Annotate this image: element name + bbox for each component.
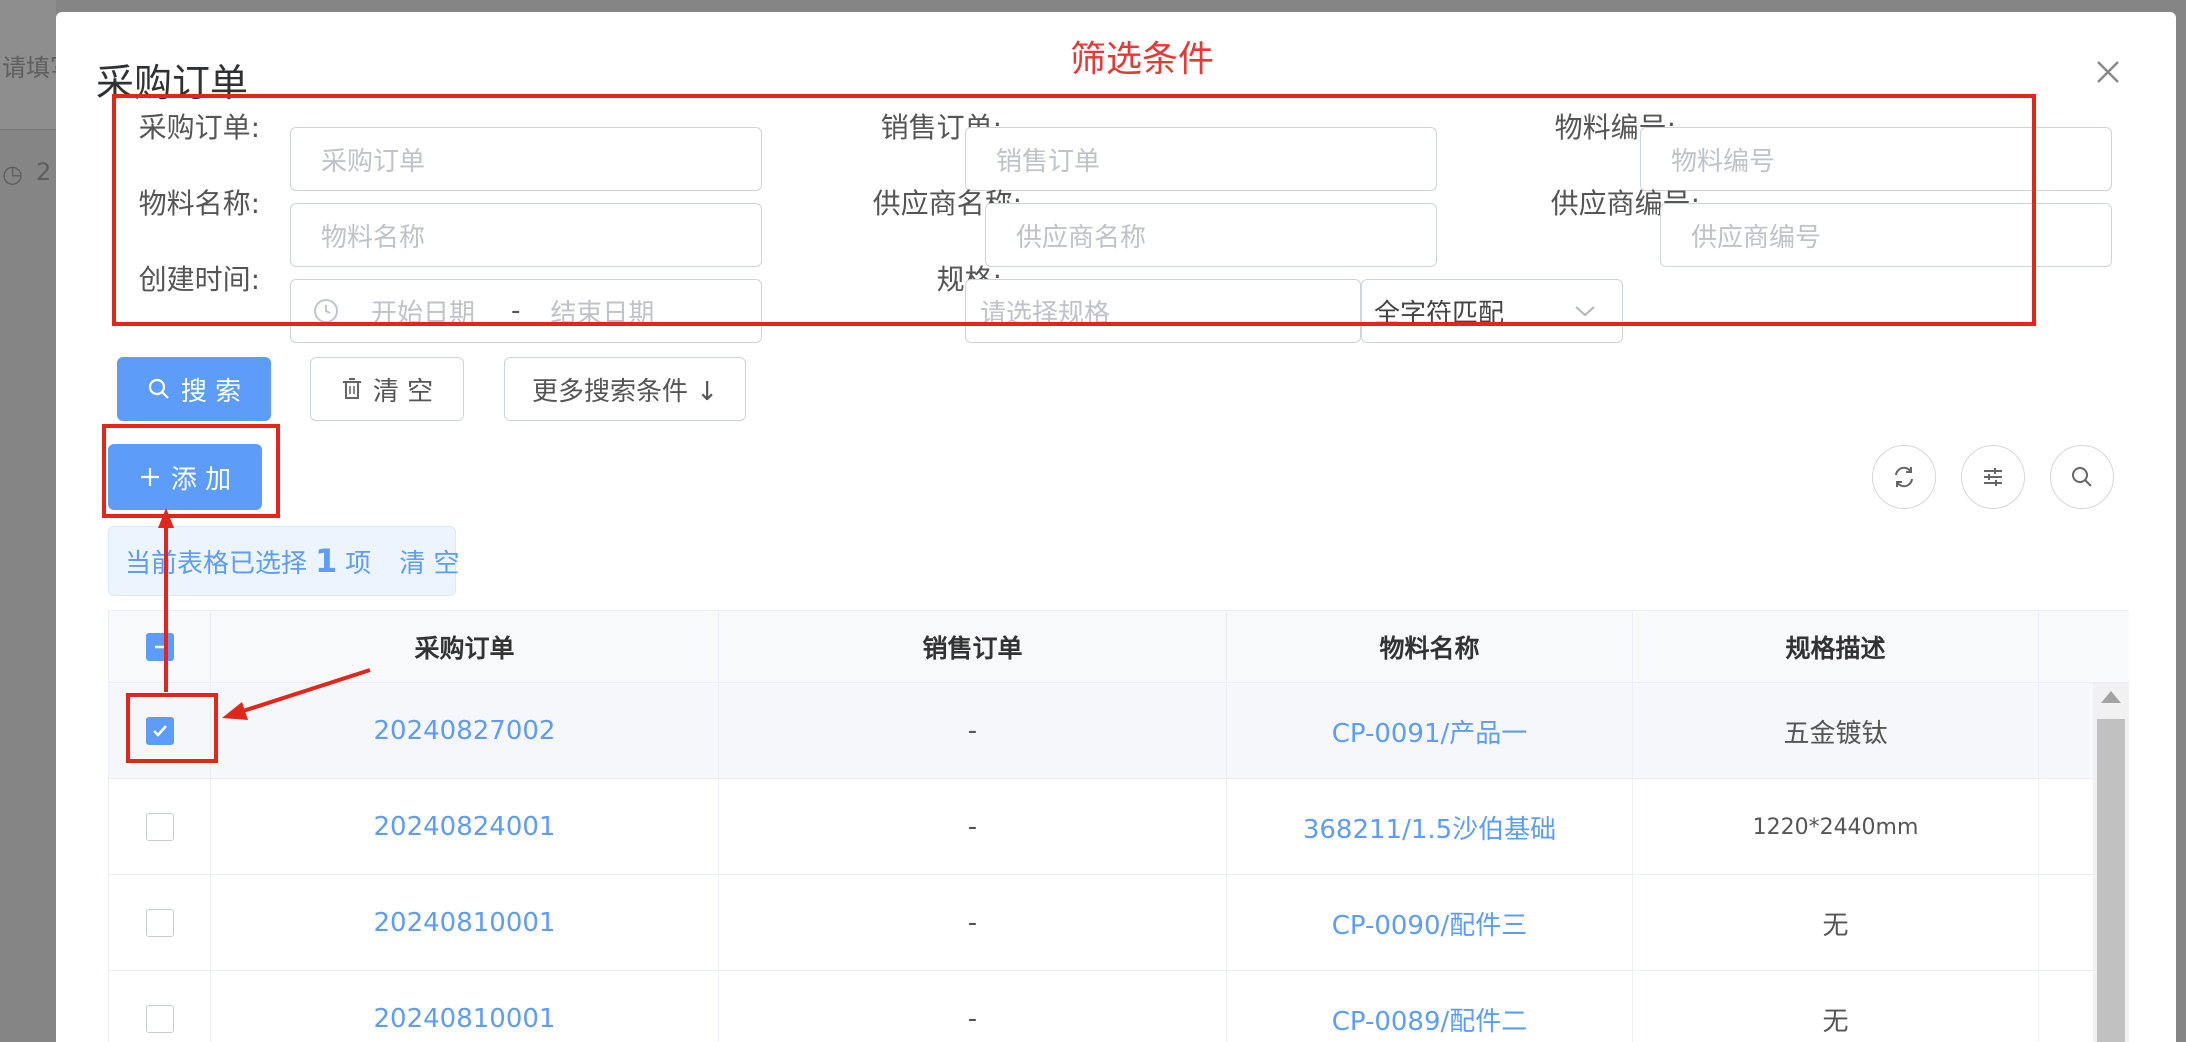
spec-input[interactable]: 请选择规格 (965, 279, 1361, 343)
clear-selection-link[interactable]: 清 空 (399, 543, 459, 580)
material-name-cell[interactable]: 368211/1.5沙伯基础 (1227, 779, 1633, 875)
background-clock-icon: ◷ (2, 160, 23, 188)
purchase-order-modal: 采购订单 筛选条件 采购订单: 采购订单 销售订单: 销售订单 物料编号: 物料… (56, 12, 2176, 1042)
row-select-cell (109, 875, 211, 971)
annotation-filter-label: 筛选条件 (1070, 39, 1215, 80)
add-button-label: 添 加 (170, 464, 232, 495)
sales-order-cell: - (719, 683, 1227, 779)
selection-info-bar: 当前表格已选择 1 项 清 空 (108, 526, 460, 596)
table-row[interactable]: 20240810001 - CP-0090/配件三 无 (109, 875, 2093, 971)
checkmark-icon (152, 725, 167, 737)
spec-description-cell: 五金镀钛 (1633, 683, 2039, 779)
refresh-icon (1895, 466, 1913, 488)
material-name-placeholder: 物料名称 (321, 222, 426, 253)
purchase-order-cell[interactable]: 20240810001 (211, 875, 719, 971)
spec-placeholder: 请选择规格 (980, 298, 1111, 329)
purchase-order-placeholder: 采购订单 (321, 146, 426, 177)
select-all-cell (109, 611, 211, 683)
table-row[interactable]: 20240810001 - CP-0089/配件二 无 (109, 971, 2093, 1042)
purchase-order-cell[interactable]: 20240827002 (211, 683, 719, 779)
table-header: 采购订单 销售订单 物料名称 规格描述 (109, 611, 2129, 683)
material-code-input[interactable]: 物料编号 (1640, 127, 2112, 191)
material-name-label: 物料名称: (138, 187, 260, 220)
selection-prefix: 当前表格已选择 (125, 548, 308, 579)
material-name-cell[interactable]: CP-0091/产品一 (1227, 683, 1633, 779)
supplier-name-placeholder: 供应商名称 (1016, 222, 1147, 253)
column-settings-button[interactable] (1961, 445, 2025, 509)
material-name-cell[interactable]: CP-0090/配件三 (1227, 875, 1633, 971)
background-partial-date: 2 (36, 158, 52, 186)
selection-suffix: 项 (345, 548, 372, 579)
end-date-placeholder[interactable]: 结束日期 (550, 293, 654, 330)
sales-order-input[interactable]: 销售订单 (965, 127, 1437, 191)
add-button[interactable]: 添 加 (108, 444, 262, 510)
created-time-label: 创建时间: (138, 263, 260, 296)
purchase-order-cell[interactable]: 20240810001 (211, 971, 719, 1042)
plus-icon (140, 468, 159, 486)
chevron-down-icon (1575, 306, 1595, 317)
more-search-conditions-label: 更多搜索条件 ↓ (531, 376, 719, 407)
scroll-up-arrow-icon[interactable] (2101, 691, 2121, 703)
row-checkbox[interactable] (145, 909, 174, 937)
supplier-code-placeholder: 供应商编号 (1691, 222, 1822, 253)
column-header-purchase-order[interactable]: 采购订单 (211, 611, 719, 683)
table-scrollbar[interactable] (2093, 683, 2129, 1042)
sliders-icon (1984, 468, 2002, 486)
select-all-checkbox[interactable] (145, 633, 174, 661)
match-mode-select[interactable]: 全字符匹配 (1361, 279, 1623, 343)
row-checkbox[interactable] (145, 1005, 174, 1033)
scrollbar-thumb[interactable] (2097, 719, 2125, 1042)
clock-icon (314, 299, 338, 323)
start-date-placeholder[interactable]: 开始日期 (371, 293, 475, 330)
sales-order-cell: - (719, 875, 1227, 971)
date-separator: - (511, 296, 521, 326)
purchase-order-input[interactable]: 采购订单 (290, 127, 762, 191)
row-select-cell (109, 971, 211, 1042)
row-select-cell (109, 779, 211, 875)
spec-description-cell: 无 (1633, 875, 2039, 971)
trash-icon (342, 378, 361, 399)
table-row[interactable]: 20240824001 - 368211/1.5沙伯基础 1220*2440mm (109, 779, 2093, 875)
sales-order-cell: - (719, 971, 1227, 1042)
spec-description-cell: 无 (1633, 971, 2039, 1042)
close-button[interactable] (2088, 52, 2128, 92)
column-header-sales-order[interactable]: 销售订单 (719, 611, 1227, 683)
created-time-range[interactable]: 开始日期 - 结束日期 (290, 279, 762, 343)
close-icon (2097, 61, 2119, 83)
supplier-code-input[interactable]: 供应商编号 (1660, 203, 2112, 267)
search-icon (2072, 467, 2092, 487)
purchase-order-label: 采购订单: (138, 111, 260, 144)
purchase-order-table: 采购订单 销售订单 物料名称 规格描述 20240827002 - CP-009… (108, 610, 2129, 1042)
table-row[interactable]: 20240827002 - CP-0091/产品一 五金镀钛 (109, 683, 2093, 779)
refresh-button[interactable] (1872, 445, 1936, 509)
minus-icon (154, 645, 165, 649)
search-button-label: 搜 索 (180, 376, 242, 407)
toggle-search-button[interactable] (2050, 445, 2114, 509)
search-icon (148, 378, 169, 399)
spec-description-cell: 1220*2440mm (1633, 779, 2039, 875)
search-button[interactable]: 搜 索 (117, 357, 271, 421)
supplier-name-input[interactable]: 供应商名称 (985, 203, 1437, 267)
match-mode-value: 全字符匹配 (1374, 298, 1505, 329)
more-search-conditions-button[interactable]: 更多搜索条件 ↓ (504, 357, 746, 421)
selection-count: 1 (315, 542, 338, 580)
row-select-cell (109, 683, 211, 779)
purchase-order-cell[interactable]: 20240824001 (211, 779, 719, 875)
row-checkbox[interactable] (145, 813, 174, 841)
row-checkbox[interactable] (145, 717, 174, 745)
clear-button-label: 清 空 (372, 376, 434, 407)
column-header-spec-description[interactable]: 规格描述 (1633, 611, 2039, 683)
column-header-material-name[interactable]: 物料名称 (1227, 611, 1633, 683)
material-name-input[interactable]: 物料名称 (290, 203, 762, 267)
clear-button[interactable]: 清 空 (310, 357, 464, 421)
material-name-cell[interactable]: CP-0089/配件二 (1227, 971, 1633, 1042)
sales-order-cell: - (719, 779, 1227, 875)
